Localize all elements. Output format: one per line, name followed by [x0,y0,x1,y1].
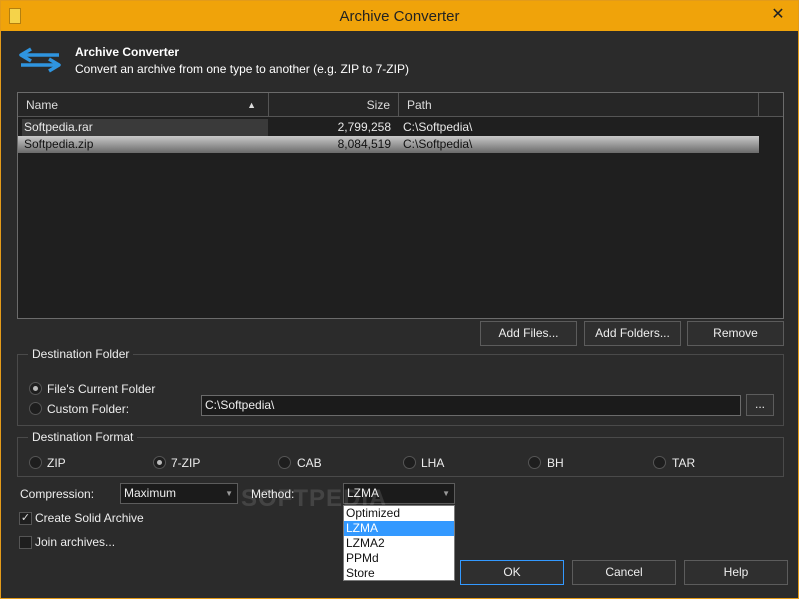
method-dropdown-list[interactable]: Optimized LZMA LZMA2 PPMd Store [343,505,455,581]
custom-folder-label[interactable]: Custom Folder: [47,402,129,416]
convert-arrows-icon [19,47,61,73]
sort-ascending-icon: ▲ [247,100,256,110]
format-label-bh[interactable]: BH [547,456,564,470]
close-button[interactable]: ✕ [764,5,792,25]
remove-button[interactable]: Remove [687,321,784,346]
join-archives-label[interactable]: Join archives... [35,535,115,549]
join-archives-checkbox[interactable] [19,536,32,549]
archive-converter-window: Archive Converter ✕ Archive Converter Co… [0,0,799,599]
header-title: Archive Converter [75,45,180,59]
format-label-tar[interactable]: TAR [672,456,695,470]
file-size: 8,084,519 [337,137,391,151]
file-list[interactable]: Name ▲ Size Path Softpedia.rar 2,799,258… [17,92,784,319]
custom-folder-path-input[interactable]: C:\Softpedia\ [201,395,741,416]
window-title: Archive Converter [339,8,460,25]
format-radio-zip[interactable] [29,456,42,469]
solid-archive-label[interactable]: Create Solid Archive [35,511,144,525]
file-name: Softpedia.zip [24,137,94,151]
format-radio-lha[interactable] [403,456,416,469]
format-label-zip[interactable]: ZIP [47,456,66,470]
method-option-lzma[interactable]: LZMA [344,521,454,536]
format-radio-cab[interactable] [278,456,291,469]
column-name-label: Name [26,98,59,112]
cancel-button[interactable]: Cancel [572,560,676,585]
ok-button[interactable]: OK [460,560,564,585]
format-label-lha[interactable]: LHA [421,456,444,470]
destination-format-label: Destination Format [28,430,138,444]
chevron-down-icon: ▼ [225,489,233,498]
format-radio-bh[interactable] [528,456,541,469]
custom-folder-radio[interactable] [29,402,42,415]
add-folders-button[interactable]: Add Folders... [584,321,681,346]
method-option-optimized[interactable]: Optimized [344,506,454,521]
method-option-store[interactable]: Store [344,566,454,581]
chevron-down-icon: ▼ [442,489,450,498]
method-option-lzma2[interactable]: LZMA2 [344,536,454,551]
browse-button[interactable]: ... [746,394,774,416]
column-header-path[interactable]: Path [399,93,759,117]
method-option-ppmd[interactable]: PPMd [344,551,454,566]
solid-archive-checkbox[interactable]: ✓ [19,512,32,525]
destination-folder-label: Destination Folder [28,347,134,361]
title-bar: Archive Converter ✕ [1,1,798,31]
list-header: Name ▲ Size Path [18,93,783,117]
current-folder-label[interactable]: File's Current Folder [47,382,155,396]
file-path: C:\Softpedia\ [403,137,473,151]
file-path: C:\Softpedia\ [403,120,473,134]
column-header-size[interactable]: Size [269,93,399,117]
format-label-7zip[interactable]: 7-ZIP [171,456,200,470]
file-size: 2,799,258 [337,120,391,134]
help-button[interactable]: Help [684,560,788,585]
compression-label: Compression: [20,487,95,501]
file-row[interactable]: Softpedia.rar 2,799,258 C:\Softpedia\ [18,119,759,136]
column-header-name[interactable]: Name ▲ [18,93,269,117]
format-radio-7zip[interactable] [153,456,166,469]
file-name: Softpedia.rar [22,119,268,136]
add-files-button[interactable]: Add Files... [480,321,577,346]
header-subtitle: Convert an archive from one type to anot… [75,62,409,76]
format-radio-tar[interactable] [653,456,666,469]
compression-value: Maximum [124,486,177,500]
file-row-selected[interactable]: Softpedia.zip 8,084,519 C:\Softpedia\ [18,136,759,153]
compression-select[interactable]: Maximum ▼ [120,483,238,504]
destination-format-group: Destination Format [17,430,784,477]
current-folder-radio[interactable] [29,382,42,395]
format-label-cab[interactable]: CAB [297,456,322,470]
